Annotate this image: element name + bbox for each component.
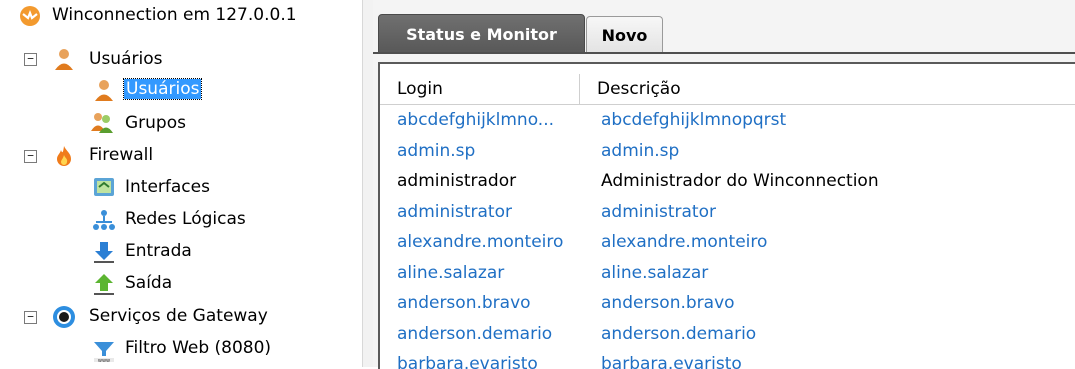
table-row[interactable]: administrador Administrador do Winconnec… (380, 166, 1075, 197)
table-row[interactable]: anderson.demario anderson.demario (380, 319, 1075, 350)
fire-icon (57, 146, 71, 166)
tree-item-servicos-gateway[interactable]: Serviços de Gateway (89, 306, 268, 326)
tree-root-label[interactable]: Winconnection em 127.0.0.1 (52, 5, 297, 25)
tree-item-redes-logicas[interactable]: Redes Lógicas (125, 209, 246, 229)
usuarios-collapse-toggle[interactable]: − (24, 53, 37, 66)
interfaces-icon (94, 178, 114, 196)
tree-item-grupos[interactable]: Grupos (125, 113, 186, 133)
users-grid: Login Descrição abcdefghijklmno... abcde… (378, 62, 1075, 369)
column-header-descricao[interactable]: Descrição (580, 74, 1075, 104)
cell-descricao: aline.salazar (601, 262, 709, 283)
download-arrow-icon (94, 242, 114, 263)
cell-descricao: anderson.bravo (601, 293, 735, 314)
firewall-collapse-toggle[interactable]: − (24, 150, 37, 163)
cell-descricao: admin.sp (601, 140, 680, 161)
tree-item-saida[interactable]: Saída (125, 273, 172, 293)
table-row[interactable]: administrator administrator (380, 197, 1075, 228)
navigation-tree: Winconnection em 127.0.0.1 − Usuários Us… (0, 0, 362, 367)
tree-item-filtro-web[interactable]: Filtro Web (8080) (125, 338, 271, 358)
cell-descricao: anderson.demario (601, 323, 757, 344)
content-panel: Status e Monitor Novo Login Descrição ab… (373, 0, 1075, 369)
upload-arrow-icon (94, 274, 114, 295)
tab-novo[interactable]: Novo (586, 16, 663, 53)
cell-descricao: Administrador do Winconnection (601, 171, 879, 192)
group-icon (91, 113, 113, 133)
column-header-login[interactable]: Login (380, 74, 580, 104)
cell-descricao: alexandre.monteiro (601, 232, 768, 253)
table-row[interactable]: admin.sp admin.sp (380, 136, 1075, 167)
tree-item-usuarios-selected[interactable]: Usuários (122, 78, 203, 100)
globe-icon (53, 306, 75, 328)
cell-login: anderson.demario (397, 323, 553, 344)
web-filter-icon: www (94, 342, 114, 363)
cell-login: admin.sp (397, 140, 476, 161)
user-icon (95, 80, 113, 101)
servicos-collapse-toggle[interactable]: − (24, 311, 37, 324)
table-row[interactable]: alexandre.monteiro alexandre.monteiro (380, 227, 1075, 258)
tree-item-usuarios-group[interactable]: Usuários (89, 49, 162, 69)
table-row[interactable]: abcdefghijklmno... abcdefghijklmnopqrst (380, 105, 1075, 136)
network-icon (93, 210, 115, 230)
cell-login: administrador (397, 171, 517, 192)
cell-login: aline.salazar (397, 262, 505, 283)
table-row[interactable]: barbara.evaristo barbara.evaristo (380, 349, 1075, 369)
winconnection-logo-icon (20, 6, 40, 26)
tree-item-entrada[interactable]: Entrada (125, 241, 192, 261)
tree-item-firewall[interactable]: Firewall (89, 145, 153, 165)
tab-divider (373, 52, 1075, 54)
cell-login: abcdefghijklmno... (397, 110, 555, 131)
tab-status-monitor[interactable]: Status e Monitor (378, 14, 585, 54)
grid-header: Login Descrição (380, 74, 1075, 105)
cell-login: administrator (397, 201, 512, 222)
cell-descricao: abcdefghijklmnopqrst (601, 110, 787, 131)
grid-body: abcdefghijklmno... abcdefghijklmnopqrst … (380, 105, 1075, 369)
cell-login: anderson.bravo (397, 293, 531, 314)
cell-login: alexandre.monteiro (397, 232, 564, 253)
tree-item-interfaces[interactable]: Interfaces (125, 177, 210, 197)
user-icon (55, 49, 73, 70)
cell-descricao: administrator (601, 201, 716, 222)
table-row[interactable]: aline.salazar aline.salazar (380, 258, 1075, 289)
svg-text:www: www (98, 358, 110, 363)
table-row[interactable]: anderson.bravo anderson.bravo (380, 288, 1075, 319)
